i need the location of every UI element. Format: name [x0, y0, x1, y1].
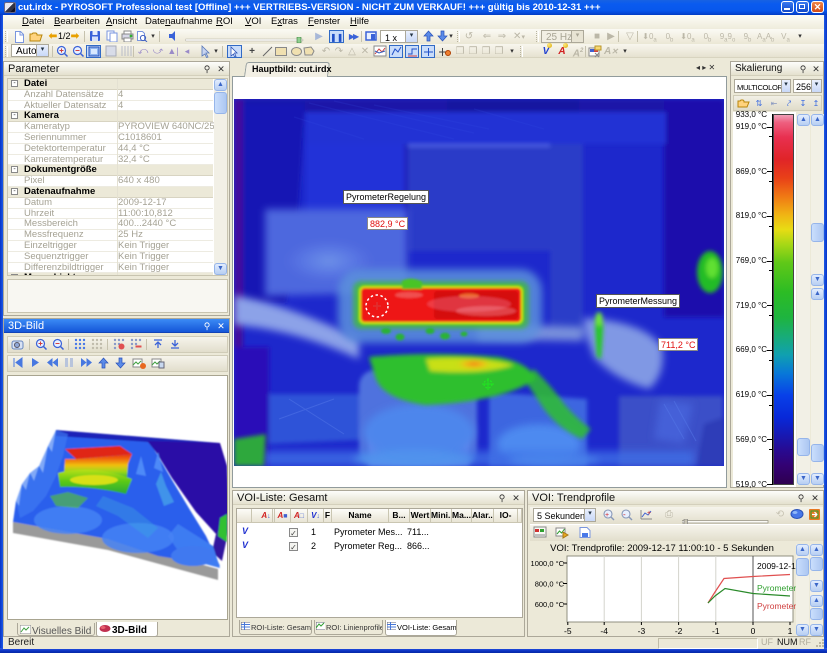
- svg-text:600,0 °C: 600,0 °C: [535, 600, 565, 609]
- svg-text:-4: -4: [600, 626, 608, 636]
- svg-text:Pyrometer R: Pyrometer R: [757, 601, 796, 611]
- svg-text:-: -: [623, 510, 626, 519]
- svg-text:+: +: [647, 510, 651, 517]
- svg-text:1: 1: [788, 626, 793, 636]
- svg-text:-5: -5: [564, 626, 572, 636]
- svg-text:Pyrometer M: Pyrometer M: [757, 583, 796, 593]
- svg-text:1000,0 °C: 1000,0 °C: [531, 559, 565, 568]
- svg-text:800,0 °C: 800,0 °C: [535, 580, 565, 589]
- svg-text:2009-12-17: 2009-12-17: [757, 561, 796, 571]
- svg-text:-3: -3: [638, 626, 646, 636]
- svg-text:0: 0: [751, 626, 756, 636]
- svg-text:+: +: [605, 512, 609, 519]
- svg-text:-1: -1: [712, 626, 720, 636]
- svg-text:-2: -2: [675, 626, 683, 636]
